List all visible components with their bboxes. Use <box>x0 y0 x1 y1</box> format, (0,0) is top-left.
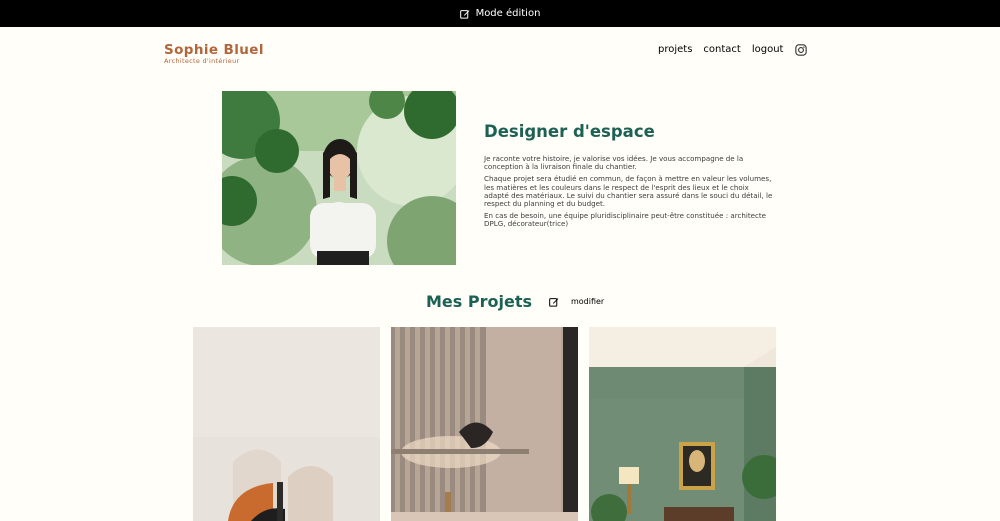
projects-title: Mes Projets <box>426 292 532 311</box>
edit-mode-label: Mode édition <box>475 8 541 19</box>
projects-gallery <box>193 327 776 521</box>
intro-paragraph-2: Chaque projet sera étudié en commun, de … <box>484 174 773 209</box>
intro-paragraph-1: Je raconte votre histoire, je valorise v… <box>484 154 744 172</box>
edit-icon <box>549 297 559 307</box>
intro-section: Designer d'espace Je raconte votre histo… <box>484 122 774 233</box>
nav-link-contact[interactable]: contact <box>703 43 740 56</box>
edit-projects-button[interactable]: modifier <box>549 297 604 307</box>
edit-icon <box>459 9 469 19</box>
instagram-icon[interactable] <box>795 43 808 56</box>
brand-logo[interactable]: Sophie Bluel Architecte d'intérieur <box>164 43 264 65</box>
nav-link-logout[interactable]: logout <box>752 43 784 56</box>
project-card-3[interactable] <box>589 327 776 521</box>
projects-header: Mes Projets modifier <box>426 292 604 311</box>
intro-paragraph-3: En cas de besoin, une équipe pluridiscip… <box>484 211 767 229</box>
architect-portrait <box>222 91 456 265</box>
project-card-1[interactable] <box>193 327 380 521</box>
brand-name: Sophie Bluel <box>164 42 264 58</box>
edit-projects-label: modifier <box>570 297 605 306</box>
edit-mode-banner: Mode édition <box>0 0 1000 27</box>
project-card-2[interactable] <box>391 327 578 521</box>
main-nav: projets contact logout <box>658 43 808 56</box>
nav-link-projets[interactable]: projets <box>658 43 692 56</box>
intro-title: Designer d'espace <box>484 122 655 141</box>
brand-subtitle: Architecte d'intérieur <box>164 57 240 65</box>
